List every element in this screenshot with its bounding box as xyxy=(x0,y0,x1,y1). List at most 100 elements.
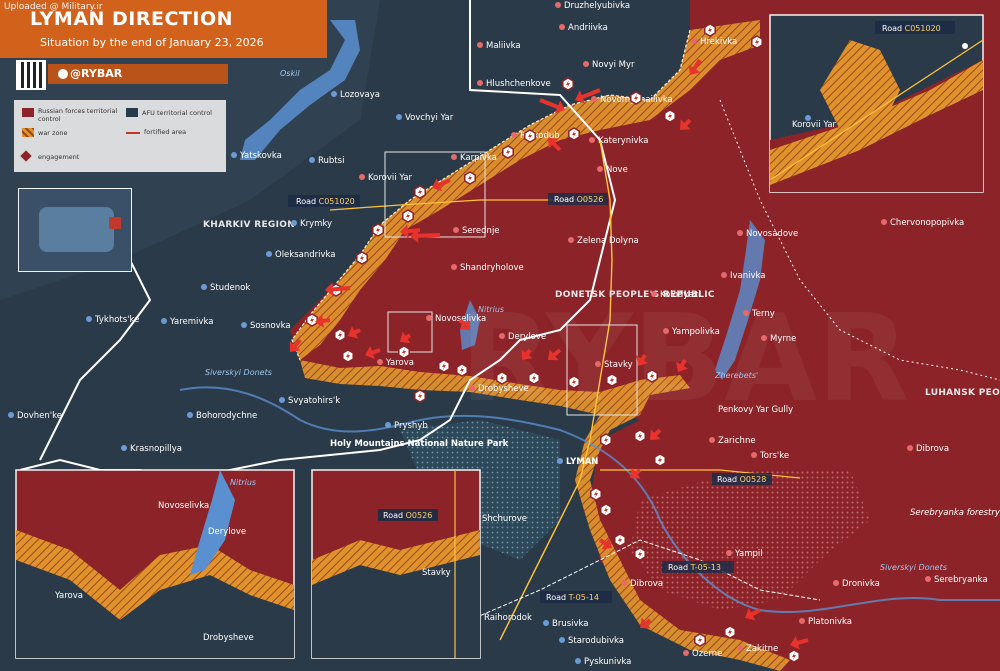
settlement-marker-icon xyxy=(8,412,14,418)
settlement-marker-icon xyxy=(511,132,517,138)
park-label: Holy Mountains National Nature Park xyxy=(330,439,509,449)
engagement-icon xyxy=(694,633,706,647)
settlement-marker-icon xyxy=(426,315,432,321)
settlement-svyatohirsk: Svyatohirs'k xyxy=(288,396,340,406)
forestry-label: Serebryanka forestry xyxy=(910,508,1000,518)
settlement-marker-icon xyxy=(737,230,743,236)
engagement-icon xyxy=(524,129,536,143)
qr-code-icon xyxy=(16,60,46,90)
settlement-marker-icon xyxy=(266,251,272,257)
settlement-marker-icon xyxy=(241,322,247,328)
engagement-icon xyxy=(600,433,612,447)
inset-korovii-yar: Road C051020 Korovii Yar xyxy=(769,14,984,193)
engagement-icon xyxy=(528,371,540,385)
settlement-marker-icon xyxy=(595,361,601,367)
settlement-marker-icon xyxy=(396,114,402,120)
settlement-terny: Terny xyxy=(751,309,775,319)
settlement-bohorodychne: Bohorodychne xyxy=(196,411,257,421)
river-oskil: Oskil xyxy=(280,69,300,78)
settlement-marker-icon xyxy=(833,580,839,586)
settlement-marker-icon xyxy=(359,174,365,180)
settlement-pyskunivka: Pyskunivka xyxy=(584,657,631,667)
settlement-raihorodok: Raihorodok xyxy=(484,613,532,623)
settlement-zarichne: Zarichne xyxy=(718,436,756,446)
settlement-marker-icon xyxy=(557,458,563,464)
settlement-marker-icon xyxy=(597,166,603,172)
settlement-marker-icon xyxy=(543,620,549,626)
svg-text:Road O0528: Road O0528 xyxy=(717,475,766,484)
settlement-marker-icon xyxy=(469,385,475,391)
svg-text:Road O0526: Road O0526 xyxy=(554,195,603,204)
settlement-marker-icon xyxy=(451,154,457,160)
settlement-shandryholove: Shandryholove xyxy=(460,263,524,273)
settlement-dibrova: Dibrova xyxy=(916,444,949,454)
river-zherebets: Zherebets' xyxy=(714,371,758,380)
settlement-yampolivka: Yampolivka xyxy=(671,327,720,337)
settlement-marker-icon xyxy=(499,333,505,339)
river-nitrius: Nitrius xyxy=(478,305,504,314)
legend-afu: AFU territorial control xyxy=(142,109,212,117)
engagement-icon xyxy=(464,171,476,185)
engagement-icon xyxy=(568,375,580,389)
settlement-marker-icon xyxy=(161,318,167,324)
svg-text:Drobysheve: Drobysheve xyxy=(203,633,254,643)
settlement-marker-icon xyxy=(477,80,483,86)
inset-novoselivka: Nitrius Novoselivka Derylove Yarova Drob… xyxy=(15,469,295,659)
settlement-marker-icon xyxy=(331,91,337,97)
settlement-drobysheve: Drobysheve xyxy=(478,384,529,394)
settlement-kolodyazi: Kolodyazi xyxy=(660,290,700,300)
settlement-marker-icon xyxy=(691,38,697,44)
penkovy-label: Penkovy Yar Gully xyxy=(718,405,793,415)
settlement-marker-icon xyxy=(737,645,743,651)
settlement-marker-icon xyxy=(377,359,383,365)
settlement-marker-icon xyxy=(291,220,297,226)
settlement-marker-icon xyxy=(568,237,574,243)
engagement-icon xyxy=(356,251,368,265)
settlement-nove: Nove xyxy=(606,165,628,175)
svg-text:Derylove: Derylove xyxy=(208,527,246,537)
engagement-icon xyxy=(562,77,574,91)
engagement-icon xyxy=(306,313,318,327)
settlement-marker-icon xyxy=(385,422,391,428)
engagement-icon xyxy=(606,373,618,387)
settlement-karpivka: Karpivka xyxy=(460,153,497,163)
settlement-marker-icon xyxy=(683,650,689,656)
settlement-marker-icon xyxy=(559,24,565,30)
settlement-marker-icon xyxy=(201,284,207,290)
settlement-pryshyb: Pryshyb xyxy=(394,421,428,431)
engagement-icon xyxy=(630,91,642,105)
settlement-vovchyi_yar: Vovchyi Yar xyxy=(405,113,454,123)
map-subtitle: Situation by the end of January 23, 2026 xyxy=(40,36,264,49)
settlement-lyman: LYMAN xyxy=(566,457,598,467)
engagement-icon xyxy=(664,109,676,123)
settlement-marker-icon xyxy=(451,264,457,270)
settlement-marker-icon xyxy=(279,397,285,403)
settlement-torske: Tors'ke xyxy=(759,451,789,461)
engagement-icon xyxy=(590,487,602,501)
settlement-katerynivka: Katerynivka xyxy=(598,136,648,146)
settlement-marker-icon xyxy=(721,272,727,278)
settlement-starodubivka: Starodubivka xyxy=(568,636,624,646)
legend-engagement: engagement xyxy=(38,153,80,161)
settlement-ozerne: Ozerne xyxy=(692,649,722,659)
settlement-marker-icon xyxy=(591,96,597,102)
settlement-krymky: Krymky xyxy=(300,219,332,229)
engagement-icon xyxy=(438,359,450,373)
settlement-maliivka: Maliivka xyxy=(486,41,521,51)
engagement-icon xyxy=(342,349,354,363)
engagement-icon xyxy=(414,185,426,199)
settlement-marker-icon xyxy=(651,291,657,297)
region-kharkiv: KHARKIV REGION xyxy=(203,220,295,230)
settlement-marker-icon xyxy=(925,576,931,582)
engagement-icon xyxy=(634,547,646,561)
svg-text:Yarova: Yarova xyxy=(54,591,83,601)
settlement-platonivka: Platonivka xyxy=(808,617,852,627)
settlement-serednje: Serednje xyxy=(462,226,500,236)
svg-text:Road C051020: Road C051020 xyxy=(296,197,355,206)
legend-warzone: war zone xyxy=(38,129,68,137)
settlement-marker-icon xyxy=(583,61,589,67)
engagement-icon xyxy=(502,145,514,159)
settlement-marker-icon xyxy=(589,137,595,143)
settlement-marker-icon xyxy=(709,437,715,443)
settlement-marker-icon xyxy=(621,580,627,586)
